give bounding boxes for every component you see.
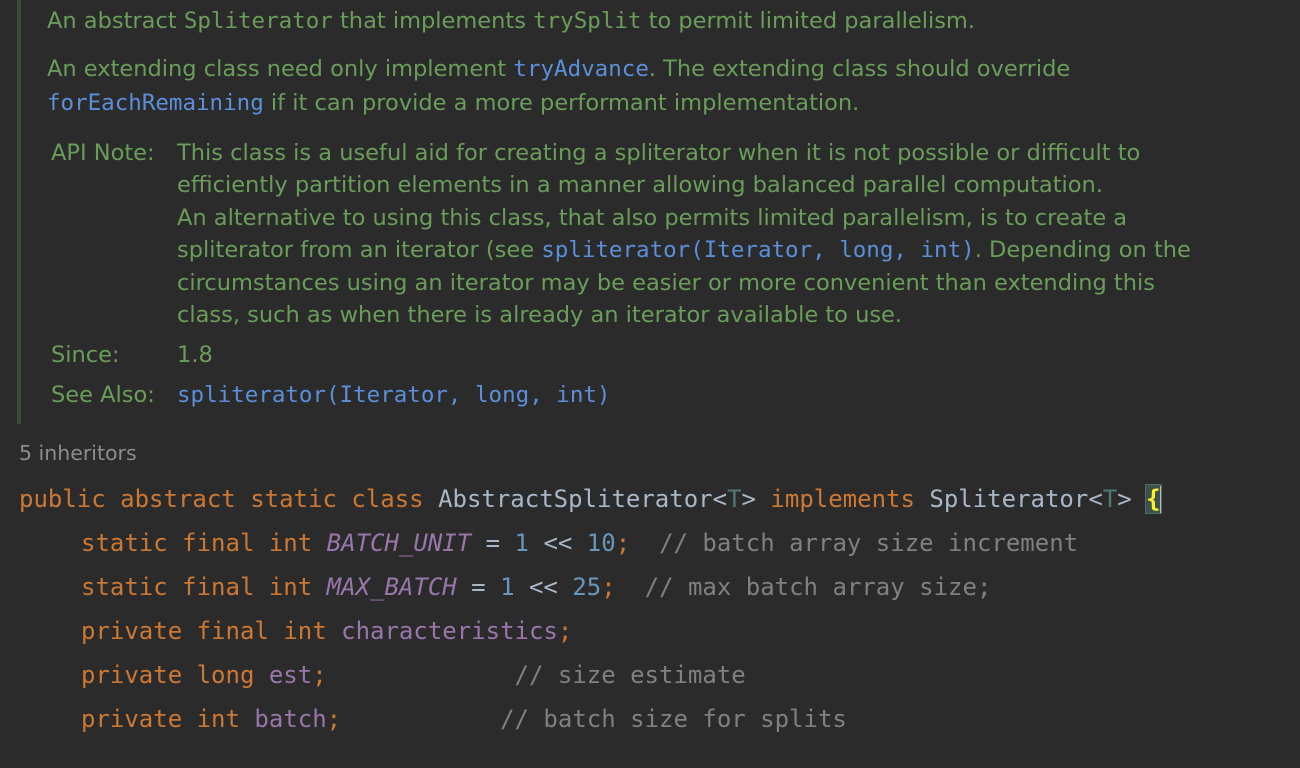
api-note-line: This class is a useful aid for creating … [177, 140, 1141, 166]
doc-paragraph-line: An extending class need only implement t… [47, 54, 1070, 84]
code-line-est: private long est; // size estimate [81, 658, 746, 692]
api-note-line: spliterator from an iterator (see splite… [177, 234, 1191, 266]
since-value: 1.8 [177, 342, 213, 368]
keyword: int [283, 617, 327, 645]
since-label: Since: [51, 342, 120, 368]
number-literal: 10 [586, 529, 616, 557]
link-spliterator-iterator[interactable]: spliterator(Iterator, long, int) [541, 237, 974, 263]
type-param: T [727, 485, 742, 513]
doc-text: that implements [332, 8, 534, 34]
link-foreachremaining[interactable]: forEachRemaining [47, 90, 264, 116]
keyword: private [81, 617, 183, 645]
api-note-line: An alternative to using this class, that… [177, 204, 1128, 231]
keyword: public [19, 485, 106, 513]
line-comment: // batch size for splits [500, 705, 847, 733]
code-line-batch: private int batch; // batch size for spl… [81, 702, 847, 736]
punct: > [741, 485, 756, 513]
field-name[interactable]: est [269, 661, 312, 689]
semicolon: ; [601, 573, 616, 601]
keyword: int [196, 705, 240, 733]
keyword: abstract [120, 485, 236, 513]
line-comment: // batch array size increment [659, 529, 1079, 557]
field-name[interactable]: characteristics [341, 617, 558, 645]
semicolon: ; [557, 617, 573, 645]
doc-text: if it can provide a more performant impl… [263, 90, 860, 116]
link-see-also-spliterator[interactable]: spliterator(Iterator, long, int) [177, 382, 610, 408]
line-comment: // size estimate [514, 661, 746, 689]
doc-text: to permit limited parallelism. [641, 8, 976, 34]
keyword: private [81, 705, 183, 733]
semicolon: ; [326, 705, 342, 733]
see-also-body: spliterator(Iterator, long, int) [177, 379, 610, 411]
doc-summary-line: An abstract Spliterator that implements … [47, 6, 975, 36]
code-line-batch-unit: static final int BATCH_UNIT = 1 << 10; /… [81, 526, 1078, 560]
keyword: static [81, 529, 168, 557]
keyword: static [81, 573, 168, 601]
static-field-name[interactable]: MAX_BATCH [327, 573, 457, 601]
code-line-max-batch: static final int MAX_BATCH = 1 << 25; //… [81, 570, 991, 604]
operator: << [543, 529, 573, 557]
doc-paragraph-line: forEachRemaining if it can provide a mor… [47, 88, 859, 118]
api-note-text: . Depending on the [974, 237, 1191, 264]
operator: = [471, 573, 486, 601]
keyword: long [196, 661, 255, 689]
keyword: class [351, 485, 424, 513]
code-line-characteristics: private final int characteristics; [81, 614, 572, 648]
class-declaration: public abstract static class AbstractSpl… [19, 482, 1162, 516]
inheritors-code-vision[interactable]: 5 inheritors [19, 441, 137, 465]
api-note-line: class, such as when there is already an … [177, 302, 903, 329]
number-literal: 25 [572, 573, 602, 601]
field-name[interactable]: batch [254, 705, 326, 733]
doc-code-trysplit: trySplit [533, 8, 642, 34]
api-note-line: efficiently partition elements in a mann… [177, 172, 1103, 199]
keyword: implements [770, 485, 915, 513]
class-name[interactable]: AbstractSpliterator [438, 485, 713, 513]
keyword: int [268, 573, 313, 601]
api-note-label: API Note: [51, 140, 155, 166]
doc-gutter-bar [17, 0, 21, 424]
punct: > [1117, 485, 1132, 513]
number-literal: 1 [514, 529, 529, 557]
keyword: final [196, 617, 269, 645]
semicolon: ; [615, 529, 631, 557]
doc-text: An extending class need only implement [47, 56, 514, 82]
punct: < [712, 485, 728, 513]
semicolon: ; [312, 661, 327, 689]
operator: << [528, 573, 558, 601]
static-field-name[interactable]: BATCH_UNIT [327, 529, 472, 557]
interface-name[interactable]: Spliterator [929, 485, 1088, 513]
api-note-text: spliterator from an iterator (see [177, 237, 542, 264]
api-note-line: circumstances using an iterator may be e… [177, 269, 1155, 296]
javadoc-popup: An abstract Spliterator that implements … [0, 0, 1300, 424]
punct: < [1088, 485, 1103, 513]
see-also-label: See Also: [51, 382, 155, 408]
line-comment: // max batch array size; [644, 573, 992, 601]
keyword: final [182, 573, 255, 601]
keyword: final [182, 529, 255, 557]
matched-brace: { [1145, 484, 1162, 514]
doc-code-spliterator: Spliterator [183, 8, 333, 34]
type-param: T [1102, 485, 1118, 513]
doc-text: An abstract [47, 8, 184, 34]
keyword: private [81, 661, 183, 689]
link-tryadvance[interactable]: tryAdvance [513, 56, 648, 82]
keyword: static [250, 485, 337, 513]
api-note-body: This class is a useful aid for creating … [177, 137, 1191, 331]
operator: = [485, 529, 501, 557]
keyword: int [268, 529, 313, 557]
doc-text: . The extending class should override [648, 56, 1071, 82]
number-literal: 1 [500, 573, 515, 601]
text-caret [1159, 486, 1162, 514]
